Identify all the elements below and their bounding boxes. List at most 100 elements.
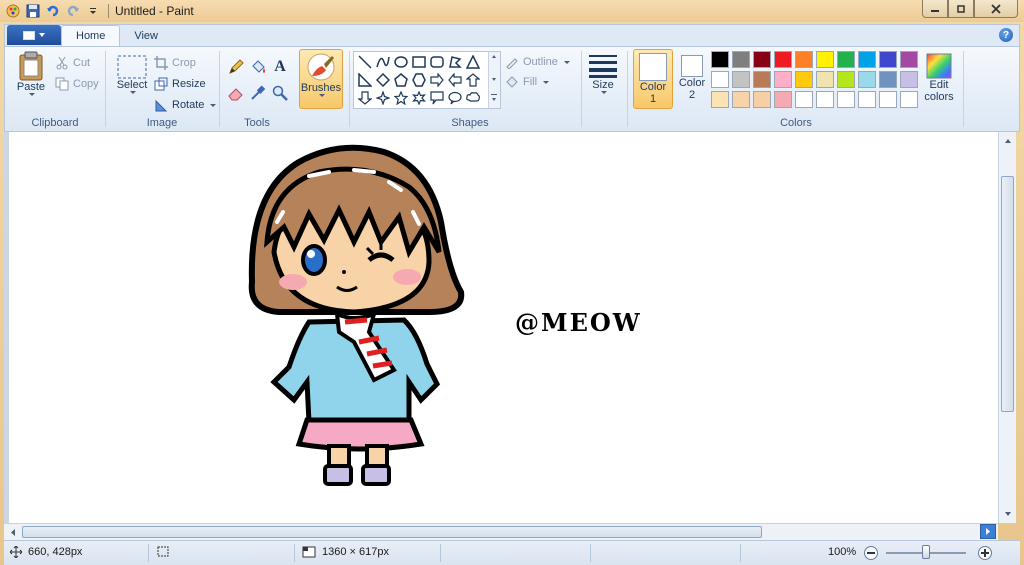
close-button[interactable]	[974, 0, 1018, 18]
callout-cloud-shape[interactable]	[464, 89, 482, 107]
zoom-level: 100%	[828, 546, 856, 558]
horizontal-scroll-thumb[interactable]	[22, 526, 762, 538]
zoom-slider-thumb[interactable]	[922, 545, 930, 559]
vertical-scroll-thumb[interactable]	[1001, 176, 1014, 412]
triangle-shape[interactable]	[464, 53, 482, 71]
line-shape[interactable]	[356, 53, 374, 71]
chevron-down-icon	[601, 91, 607, 94]
vertical-scrollbar[interactable]	[998, 132, 1016, 523]
oval-shape[interactable]	[392, 53, 410, 71]
right-triangle-shape[interactable]	[356, 71, 374, 89]
fill-label: Fill	[523, 76, 538, 88]
down-arrow-icon	[358, 91, 372, 105]
cloud-icon	[466, 92, 480, 102]
selection-icon	[157, 546, 169, 557]
curve-shape[interactable]	[374, 53, 392, 71]
callout-rect-shape[interactable]	[428, 89, 446, 107]
eraser-tool[interactable]	[226, 83, 246, 103]
rounded-rectangle-shape[interactable]	[428, 53, 446, 71]
size-button[interactable]: Size	[585, 53, 621, 94]
up-arrow-shape[interactable]	[464, 71, 482, 89]
right-arrow-shape[interactable]	[428, 71, 446, 89]
rotate-icon	[155, 99, 168, 112]
outline-button[interactable]: Outline	[505, 53, 570, 71]
fill-tool[interactable]	[248, 57, 268, 77]
scroll-right-button[interactable]	[980, 524, 996, 539]
rotate-button[interactable]: Rotate	[154, 96, 217, 114]
document-icon	[23, 30, 35, 40]
help-icon[interactable]: ?	[999, 28, 1013, 42]
crop-button[interactable]: Crop	[154, 54, 196, 72]
scroll-right-icon	[986, 528, 990, 535]
fill-button[interactable]: Fill	[505, 73, 550, 91]
group-divider	[963, 51, 964, 127]
horizontal-scrollbar[interactable]	[4, 523, 998, 540]
canvas-area: @MEOW	[4, 132, 998, 523]
four-point-star-shape[interactable]	[374, 89, 392, 107]
drawing-canvas[interactable]: @MEOW	[9, 132, 998, 523]
scissors-icon	[56, 56, 68, 70]
brushes-button[interactable]: Brushes	[299, 49, 343, 109]
save-icon[interactable]	[24, 2, 42, 20]
window-title: Untitled - Paint	[115, 4, 194, 18]
quick-access-toolbar	[0, 2, 102, 20]
tools-group: A Tools	[220, 49, 294, 131]
callout-oval-shape[interactable]	[446, 89, 464, 107]
group-divider	[581, 51, 582, 127]
polygon-icon	[449, 56, 462, 68]
paste-button[interactable]: Paste	[13, 51, 49, 96]
tab-view[interactable]: View	[120, 26, 172, 46]
paste-label: Paste	[16, 81, 46, 93]
zoom-level-text: 100%	[828, 546, 857, 558]
zoom-in-button[interactable]	[978, 546, 992, 560]
brush-icon	[307, 53, 335, 81]
status-divider	[294, 544, 295, 562]
cut-button[interactable]: Cut	[55, 54, 90, 72]
meow-text: @MEOW	[515, 308, 642, 337]
selection-size	[156, 546, 170, 558]
polygon-shape[interactable]	[446, 53, 464, 71]
resize-button[interactable]: Resize	[154, 75, 206, 93]
eraser-icon	[228, 88, 243, 101]
magnifier-tool[interactable]	[270, 83, 290, 103]
redo-icon[interactable]	[64, 2, 82, 20]
shapes-scrollbar[interactable]	[488, 52, 500, 108]
minimize-button[interactable]	[922, 0, 948, 18]
diamond-icon	[376, 73, 390, 87]
pentagon-shape[interactable]	[392, 71, 410, 89]
curve-icon	[376, 56, 390, 68]
right-arrow-icon	[430, 73, 444, 87]
star-icon	[394, 91, 408, 105]
select-button[interactable]: Select	[112, 55, 152, 94]
left-arrow-shape[interactable]	[446, 71, 464, 89]
customize-qat-icon[interactable]	[84, 2, 102, 20]
diamond-shape[interactable]	[374, 71, 392, 89]
zoom-out-button[interactable]	[864, 546, 878, 560]
undo-icon[interactable]	[44, 2, 62, 20]
status-divider	[590, 544, 591, 562]
bucket-icon	[252, 60, 265, 73]
maximize-button[interactable]	[948, 0, 974, 18]
down-arrow-shape[interactable]	[356, 89, 374, 107]
hexagon-shape[interactable]	[410, 71, 428, 89]
four-point-star-icon	[376, 91, 390, 105]
five-point-star-shape[interactable]	[392, 89, 410, 107]
image-group: Select Crop Resize Rotate Image	[106, 49, 218, 131]
status-divider	[148, 544, 149, 562]
six-point-star-shape[interactable]	[410, 89, 428, 107]
shapes-group-label: Shapes	[451, 117, 489, 129]
rectangle-shape[interactable]	[410, 53, 428, 71]
copy-button[interactable]: Copy	[55, 75, 99, 93]
status-bar: 660, 428px 1360 × 617px 100%	[4, 540, 1020, 565]
app-menu-button[interactable]	[7, 25, 61, 45]
color-picker-tool[interactable]	[248, 83, 268, 103]
pencil-tool[interactable]	[226, 57, 246, 77]
paint-app-icon[interactable]	[4, 2, 22, 20]
callout-rectangle-icon	[430, 91, 444, 105]
line-icon	[358, 55, 372, 69]
clipboard-group: Paste Cut Copy Clipboard	[5, 49, 105, 131]
minus-icon	[867, 552, 875, 554]
chevron-down-icon	[210, 103, 217, 107]
text-tool[interactable]: A	[270, 57, 290, 77]
tab-home[interactable]: Home	[61, 25, 121, 46]
